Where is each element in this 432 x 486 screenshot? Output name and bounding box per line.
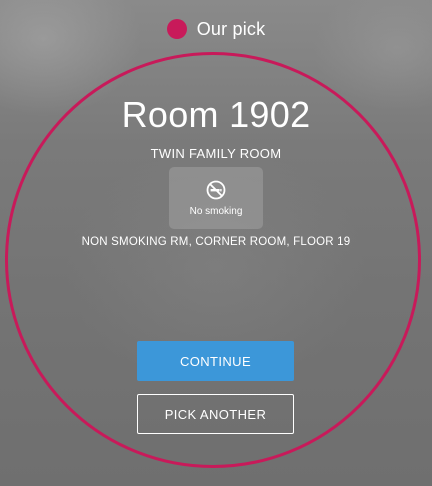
pick-another-button[interactable]: PICK ANOTHER — [137, 394, 294, 434]
room-title: Room 1902 — [121, 94, 311, 135]
amenity-label: No smoking — [189, 205, 243, 217]
room-card: Room 1902 TWIN FAMILY ROOM No smoking NO… — [0, 0, 432, 486]
amenity-no-smoking: No smoking — [169, 167, 263, 229]
continue-button[interactable]: CONTINUE — [137, 341, 294, 381]
room-description: NON SMOKING RM, CORNER ROOM, FLOOR 19 — [81, 236, 351, 248]
no-smoking-icon — [206, 180, 226, 200]
room-type: TWIN FAMILY ROOM — [150, 146, 282, 161]
